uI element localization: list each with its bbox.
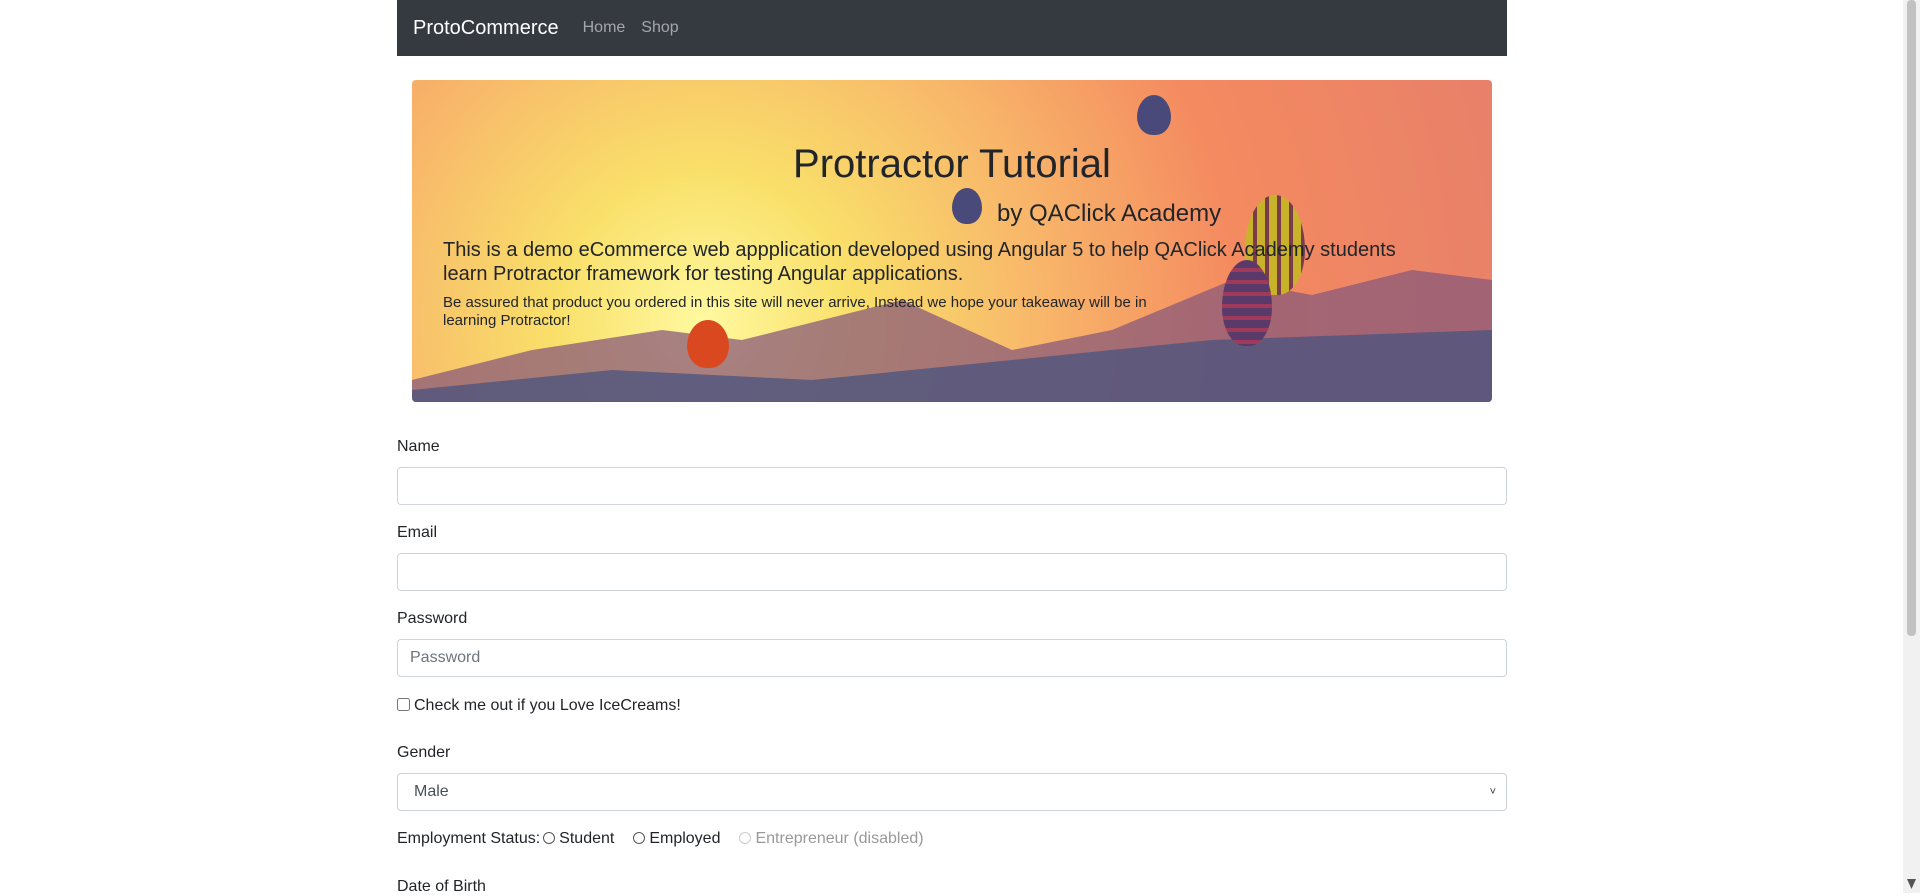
page-scrollbar[interactable] [1903,0,1920,893]
email-input[interactable] [397,553,1507,591]
radio-entrepreneur-label: Entrepreneur (disabled) [755,830,924,847]
employment-label: Employment Status: [397,830,541,847]
page-container: ProtoCommerce Home Shop Protractor Tutor… [397,0,1507,895]
password-input[interactable] [397,639,1507,677]
radio-student[interactable] [543,832,556,844]
name-label: Name [397,438,440,455]
employment-status-row: Employment Status: Student Employed Entrepr… [397,830,924,848]
icecream-checkbox[interactable] [397,698,410,711]
icecream-checkbox-label[interactable]: Check me out if you Love IceCreams! [414,697,681,714]
chevron-down-icon: ˅ [1489,786,1496,798]
radio-entrepreneur [739,832,752,844]
gender-label: Gender [397,744,451,761]
radio-employed-label[interactable]: Employed [649,830,720,847]
navbar: ProtoCommerce Home Shop [397,0,1507,56]
hero-note: Be assured that product you ordered in t… [443,294,1147,329]
radio-student-label[interactable]: Student [559,830,614,847]
nav-shop[interactable]: Shop [641,19,678,37]
balloon-image [1137,95,1171,135]
gender-selected-value: Male [414,783,449,800]
hero-lead: This is a demo eCommerce web appplicatio… [443,239,1396,285]
nav-home[interactable]: Home [583,19,626,37]
hero-title: Protractor Tutorial [793,142,1111,186]
name-input[interactable] [397,467,1507,505]
hero-banner: Protractor Tutorial by QAClick Academy T… [412,80,1492,402]
email-label: Email [397,524,438,541]
scroll-down-arrow-icon[interactable] [1907,879,1916,889]
hero-subtitle: by QAClick Academy [997,200,1222,227]
scrollbar-thumb[interactable] [1907,0,1916,636]
balloon-image [952,188,982,224]
dob-label: Date of Birth [397,878,486,895]
gender-select[interactable]: Male ˅ [397,773,1507,811]
radio-employed[interactable] [633,832,646,844]
icecream-checkbox-row: Check me out if you Love IceCreams! [397,697,681,715]
password-label: Password [397,610,468,627]
brand-link[interactable]: ProtoCommerce [413,17,559,40]
